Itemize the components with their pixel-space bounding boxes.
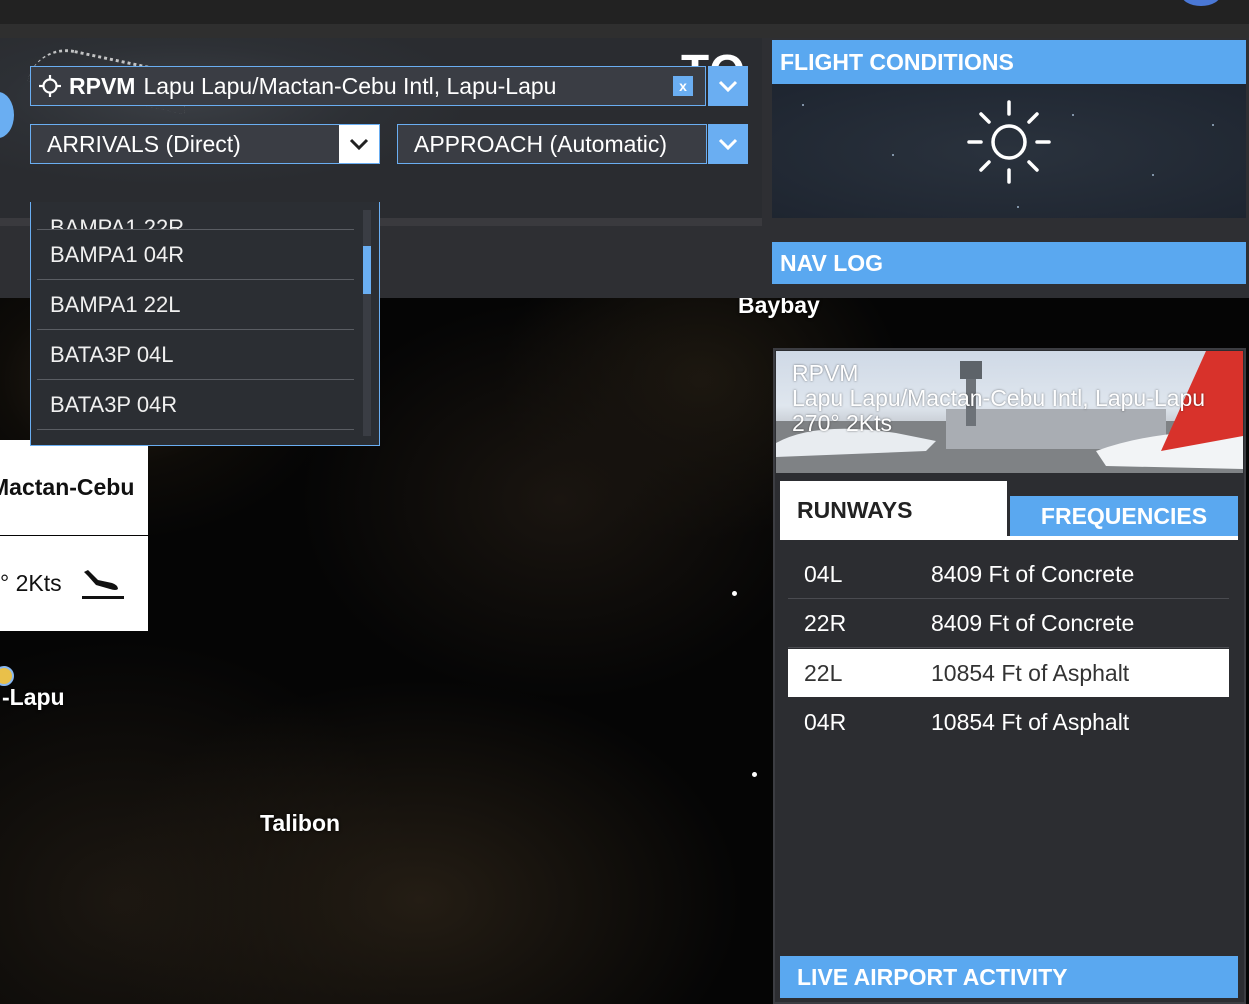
runway-description: 8409 Ft of Concrete: [931, 561, 1135, 587]
airport-card-wind: ° 2Kts: [0, 570, 62, 596]
runway-description: 10854 Ft of Asphalt: [931, 708, 1130, 735]
crosshair-icon: [39, 75, 61, 97]
arrivals-scrollbar-track[interactable]: [363, 210, 371, 436]
top-bar-divider: [0, 24, 1249, 38]
arrivals-option[interactable]: BATA3P 04L: [37, 330, 354, 380]
arrivals-option[interactable]: BAMPA1 22R: [37, 202, 354, 230]
chevron-down-icon: [718, 138, 738, 151]
clear-airport-button[interactable]: x: [673, 76, 693, 96]
arrivals-option-label: BAMPA1 22L: [50, 291, 181, 317]
tab-frequencies-label: FREQUENCIES: [1040, 502, 1208, 529]
arrivals-option[interactable]: BATA3P 04R: [37, 380, 354, 430]
map-city-dot: [752, 772, 757, 777]
sky-star: [802, 104, 804, 106]
arrivals-option-label: BAMPA1 22R: [50, 215, 185, 230]
tab-runways-label: RUNWAYS: [797, 496, 913, 523]
runway-row[interactable]: 22R 8409 Ft of Concrete: [788, 600, 1229, 648]
airport-info-code: RPVM: [792, 360, 859, 386]
airport-info-wind: 270° 2Kts: [792, 410, 892, 436]
arrivals-option-label: BATA3P 04L: [50, 341, 174, 367]
nav-log-title: NAV LOG: [780, 249, 884, 276]
approach-selected-value: APPROACH (Automatic): [414, 130, 668, 157]
airport-photo-caption: RPVM Lapu Lapu/Mactan-Cebu Intl, Lapu-La…: [792, 361, 1205, 436]
map-label-lapu: -Lapu: [2, 684, 65, 710]
runway-row-selected[interactable]: 22L 10854 Ft of Asphalt: [788, 649, 1229, 697]
arrivals-option-label: BATA3P 04R: [50, 391, 178, 417]
airport-card-title[interactable]: Mactan-Cebu: [0, 440, 148, 535]
airport-card-info[interactable]: ° 2Kts: [0, 536, 148, 631]
airport-dropdown-button[interactable]: [708, 66, 748, 106]
arrivals-dropdown-list[interactable]: BAMPA1 22R BAMPA1 04R BAMPA1 22L BATA3P …: [30, 202, 380, 446]
tab-frequencies[interactable]: FREQUENCIES: [1010, 496, 1238, 536]
arrivals-selected-value: ARRIVALS (Direct): [47, 130, 241, 157]
map-city-dot: [732, 591, 737, 596]
chevron-down-icon: [349, 138, 369, 151]
arrivals-select[interactable]: ARRIVALS (Direct): [30, 124, 380, 164]
runway-id: 22R: [804, 610, 847, 636]
sky-star: [1212, 124, 1214, 126]
flight-conditions-title: FLIGHT CONDITIONS: [780, 48, 1014, 75]
map-label-talibon: Talibon: [260, 810, 341, 836]
approach-select[interactable]: APPROACH (Automatic): [397, 124, 707, 164]
tab-underline: [780, 536, 1238, 540]
sky-star: [1152, 174, 1154, 176]
arrivals-option[interactable]: BAMPA1 22L: [37, 280, 354, 330]
sky-star: [892, 154, 894, 156]
arrivals-option-label: BAMPA1 04R: [50, 241, 185, 267]
arrivals-dropdown-button[interactable]: [339, 125, 379, 163]
runway-id: 22L: [804, 659, 843, 686]
destination-airport-field[interactable]: RPVM Lapu Lapu/Mactan-Cebu Intl, Lapu-La…: [30, 66, 706, 106]
runway-row[interactable]: 04R 10854 Ft of Asphalt: [788, 698, 1229, 746]
nav-log-header[interactable]: NAV LOG: [772, 242, 1246, 284]
landing-icon: [81, 569, 124, 599]
runway-id: 04L: [804, 561, 843, 587]
sky-star: [1017, 206, 1019, 208]
live-airport-activity-title: LIVE AIRPORT ACTIVITY: [797, 963, 1068, 990]
arrivals-option[interactable]: BAMPA1 04R: [37, 230, 354, 280]
flight-conditions-header[interactable]: FLIGHT CONDITIONS: [772, 40, 1246, 84]
airport-info-name: Lapu Lapu/Mactan-Cebu Intl, Lapu-Lapu: [792, 385, 1206, 411]
tab-runways[interactable]: RUNWAYS: [780, 481, 1007, 539]
arrivals-scrollbar-thumb[interactable]: [363, 246, 371, 294]
approach-dropdown-button[interactable]: [708, 124, 748, 164]
airport-card-name: Mactan-Cebu: [0, 474, 135, 500]
chevron-down-icon: [718, 80, 738, 93]
airport-photo: RPVM Lapu Lapu/Mactan-Cebu Intl, Lapu-La…: [776, 351, 1243, 473]
top-bar: [0, 0, 1249, 24]
runway-id: 04R: [804, 708, 847, 735]
runway-row[interactable]: 04L 8409 Ft of Concrete: [788, 551, 1229, 599]
destination-airport-name: Lapu Lapu/Mactan-Cebu Intl, Lapu-Lapu: [143, 72, 557, 99]
runway-description: 10854 Ft of Asphalt: [931, 659, 1130, 686]
live-airport-activity-header[interactable]: LIVE AIRPORT ACTIVITY: [780, 956, 1238, 998]
sky-star: [1072, 114, 1074, 116]
destination-airport-code: RPVM: [69, 72, 136, 99]
sun-icon: [967, 100, 1051, 184]
runway-description: 8409 Ft of Concrete: [931, 610, 1135, 636]
